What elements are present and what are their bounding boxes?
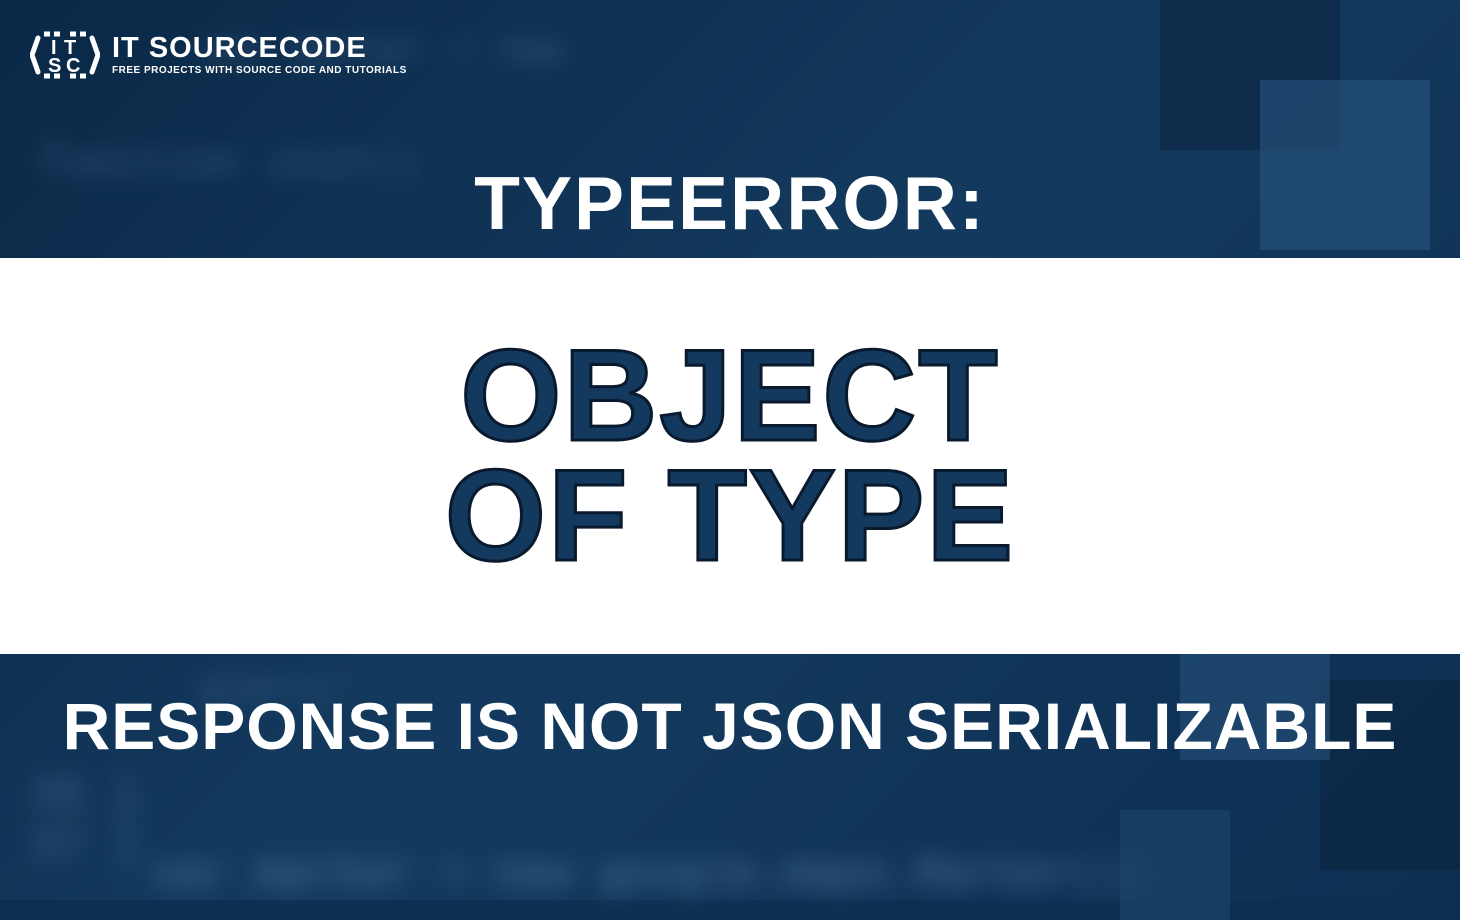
svg-text:S: S [48,55,61,77]
logo-subtitle: FREE PROJECTS WITH SOURCE CODE AND TUTOR… [112,65,407,76]
logo-text: IT SOURCECODE FREE PROJECTS WITH SOURCE … [112,34,407,76]
main-heading-line1: OBJECT [460,336,999,456]
code-fragment: 36 } [30,770,140,822]
logo-title: IT SOURCECODE [112,34,407,63]
logo-icon: I T S C [30,20,100,90]
heading-top: TYPEERROR: [0,160,1460,246]
code-fragment: var marker = new google.maps.Marker(); [150,850,1153,900]
svg-text:C: C [66,55,80,77]
decorative-square [1120,810,1230,920]
logo: I T S C IT SOURCECODE FREE PROJECTS WITH… [30,20,407,90]
heading-bottom: RESPONSE IS NOT JSON SERIALIZABLE [0,688,1460,764]
main-banner: OBJECT OF TYPE [0,258,1460,654]
main-heading-line2: OF TYPE [445,456,1015,576]
code-fragment: 37 } [30,820,140,872]
